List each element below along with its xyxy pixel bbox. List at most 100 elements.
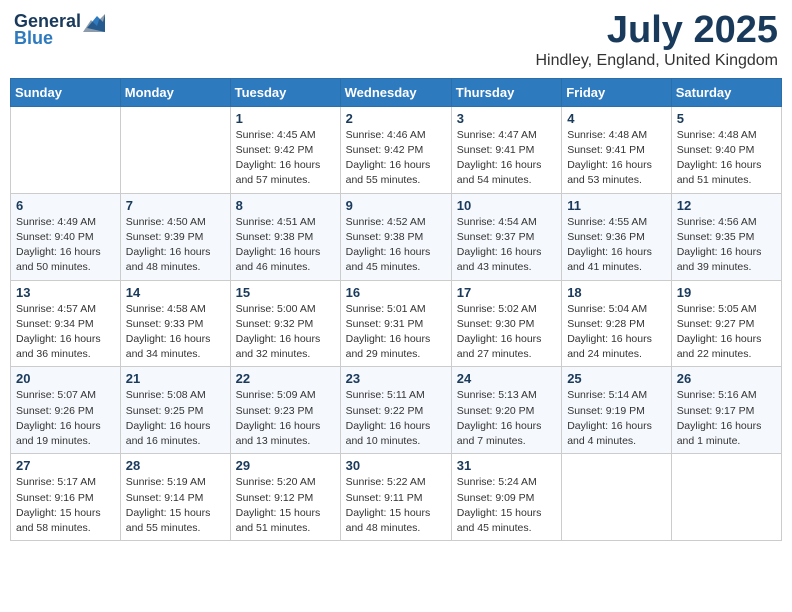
day-info: Sunrise: 4:52 AM Sunset: 9:38 PM Dayligh… [346,215,446,276]
day-info: Sunrise: 4:46 AM Sunset: 9:42 PM Dayligh… [346,128,446,189]
calendar-week-row: 13 Sunrise: 4:57 AM Sunset: 9:34 PM Dayli… [11,280,782,367]
day-info: Sunrise: 5:16 AM Sunset: 9:17 PM Dayligh… [677,388,776,449]
day-info: Sunrise: 4:57 AM Sunset: 9:34 PM Dayligh… [16,302,115,363]
day-number: 8 [236,198,335,213]
day-info: Sunrise: 4:54 AM Sunset: 9:37 PM Dayligh… [457,215,556,276]
day-number: 3 [457,111,556,126]
col-friday: Friday [562,78,672,106]
table-row: 26 Sunrise: 5:16 AM Sunset: 9:17 PM Dayli… [671,367,781,454]
table-row: 4 Sunrise: 4:48 AM Sunset: 9:41 PM Daylig… [562,106,672,193]
day-info: Sunrise: 5:11 AM Sunset: 9:22 PM Dayligh… [346,388,446,449]
day-number: 26 [677,371,776,386]
day-info: Sunrise: 4:47 AM Sunset: 9:41 PM Dayligh… [457,128,556,189]
table-row: 11 Sunrise: 4:55 AM Sunset: 9:36 PM Dayli… [562,193,672,280]
day-number: 4 [567,111,666,126]
calendar-week-row: 1Sunrise: 4:45 AM Sunset: 9:42 PM Daylig… [11,106,782,193]
table-row: 29Sunrise: 5:20 AM Sunset: 9:12 PM Dayli… [230,454,340,541]
table-row: 1Sunrise: 4:45 AM Sunset: 9:42 PM Daylig… [230,106,340,193]
day-info: Sunrise: 5:08 AM Sunset: 9:25 PM Dayligh… [126,388,225,449]
day-info: Sunrise: 4:48 AM Sunset: 9:40 PM Dayligh… [677,128,776,189]
location: Hindley, England, United Kingdom [535,52,778,70]
day-number: 20 [16,371,115,386]
logo-icon [83,10,105,32]
table-row: 9 Sunrise: 4:52 AM Sunset: 9:38 PM Daylig… [340,193,451,280]
day-number: 18 [567,285,666,300]
day-info: Sunrise: 5:14 AM Sunset: 9:19 PM Dayligh… [567,388,666,449]
day-number: 17 [457,285,556,300]
day-number: 7 [126,198,225,213]
table-row: 17 Sunrise: 5:02 AM Sunset: 9:30 PM Dayli… [451,280,561,367]
day-number: 28 [126,458,225,473]
title-block: July 2025 Hindley, England, United Kingd… [535,10,778,70]
table-row: 7 Sunrise: 4:50 AM Sunset: 9:39 PM Daylig… [120,193,230,280]
table-row: 23 Sunrise: 5:11 AM Sunset: 9:22 PM Dayli… [340,367,451,454]
day-number: 25 [567,371,666,386]
day-number: 11 [567,198,666,213]
table-row: 14 Sunrise: 4:58 AM Sunset: 9:33 PM Dayli… [120,280,230,367]
table-row: 10 Sunrise: 4:54 AM Sunset: 9:37 PM Dayli… [451,193,561,280]
day-info: Sunrise: 4:58 AM Sunset: 9:33 PM Dayligh… [126,302,225,363]
day-number: 1 [236,111,335,126]
calendar: Sunday Monday Tuesday Wednesday Thursday… [10,78,782,541]
day-number: 9 [346,198,446,213]
table-row [562,454,672,541]
day-info: Sunrise: 5:19 AM Sunset: 9:14 PM Dayligh… [126,475,225,536]
day-info: Sunrise: 4:56 AM Sunset: 9:35 PM Dayligh… [677,215,776,276]
col-monday: Monday [120,78,230,106]
day-number: 23 [346,371,446,386]
day-info: Sunrise: 5:13 AM Sunset: 9:20 PM Dayligh… [457,388,556,449]
day-number: 2 [346,111,446,126]
day-number: 15 [236,285,335,300]
table-row: 16Sunrise: 5:01 AM Sunset: 9:31 PM Dayli… [340,280,451,367]
day-info: Sunrise: 4:50 AM Sunset: 9:39 PM Dayligh… [126,215,225,276]
day-info: Sunrise: 5:05 AM Sunset: 9:27 PM Dayligh… [677,302,776,363]
table-row [671,454,781,541]
day-info: Sunrise: 4:48 AM Sunset: 9:41 PM Dayligh… [567,128,666,189]
day-number: 21 [126,371,225,386]
day-info: Sunrise: 5:00 AM Sunset: 9:32 PM Dayligh… [236,302,335,363]
day-number: 30 [346,458,446,473]
day-number: 14 [126,285,225,300]
table-row: 6 Sunrise: 4:49 AM Sunset: 9:40 PM Daylig… [11,193,121,280]
day-info: Sunrise: 5:22 AM Sunset: 9:11 PM Dayligh… [346,475,446,536]
col-tuesday: Tuesday [230,78,340,106]
day-info: Sunrise: 5:02 AM Sunset: 9:30 PM Dayligh… [457,302,556,363]
day-info: Sunrise: 5:01 AM Sunset: 9:31 PM Dayligh… [346,302,446,363]
table-row: 27 Sunrise: 5:17 AM Sunset: 9:16 PM Dayli… [11,454,121,541]
logo-blue: Blue [14,28,53,49]
day-number: 13 [16,285,115,300]
table-row: 25 Sunrise: 5:14 AM Sunset: 9:19 PM Dayli… [562,367,672,454]
day-number: 27 [16,458,115,473]
logo: General Blue [14,10,105,49]
table-row: 18Sunrise: 5:04 AM Sunset: 9:28 PM Dayli… [562,280,672,367]
month-title: July 2025 [535,10,778,52]
col-saturday: Saturday [671,78,781,106]
page-header: General Blue July 2025 Hindley, England,… [10,10,782,70]
calendar-header-row: Sunday Monday Tuesday Wednesday Thursday… [11,78,782,106]
day-number: 31 [457,458,556,473]
day-info: Sunrise: 5:09 AM Sunset: 9:23 PM Dayligh… [236,388,335,449]
day-info: Sunrise: 4:49 AM Sunset: 9:40 PM Dayligh… [16,215,115,276]
day-number: 12 [677,198,776,213]
table-row [120,106,230,193]
calendar-week-row: 27 Sunrise: 5:17 AM Sunset: 9:16 PM Dayli… [11,454,782,541]
day-info: Sunrise: 4:51 AM Sunset: 9:38 PM Dayligh… [236,215,335,276]
day-number: 22 [236,371,335,386]
table-row: 3 Sunrise: 4:47 AM Sunset: 9:41 PM Daylig… [451,106,561,193]
day-info: Sunrise: 4:55 AM Sunset: 9:36 PM Dayligh… [567,215,666,276]
day-number: 19 [677,285,776,300]
table-row: 2 Sunrise: 4:46 AM Sunset: 9:42 PM Daylig… [340,106,451,193]
day-number: 10 [457,198,556,213]
table-row: 19 Sunrise: 5:05 AM Sunset: 9:27 PM Dayli… [671,280,781,367]
day-info: Sunrise: 5:07 AM Sunset: 9:26 PM Dayligh… [16,388,115,449]
calendar-week-row: 20 Sunrise: 5:07 AM Sunset: 9:26 PM Dayli… [11,367,782,454]
day-number: 6 [16,198,115,213]
table-row: 28 Sunrise: 5:19 AM Sunset: 9:14 PM Dayli… [120,454,230,541]
day-info: Sunrise: 5:17 AM Sunset: 9:16 PM Dayligh… [16,475,115,536]
table-row: 22 Sunrise: 5:09 AM Sunset: 9:23 PM Dayli… [230,367,340,454]
table-row: 15 Sunrise: 5:00 AM Sunset: 9:32 PM Dayli… [230,280,340,367]
day-info: Sunrise: 5:24 AM Sunset: 9:09 PM Dayligh… [457,475,556,536]
table-row: 31 Sunrise: 5:24 AM Sunset: 9:09 PM Dayli… [451,454,561,541]
table-row: 8 Sunrise: 4:51 AM Sunset: 9:38 PM Daylig… [230,193,340,280]
table-row: 5Sunrise: 4:48 AM Sunset: 9:40 PM Daylig… [671,106,781,193]
